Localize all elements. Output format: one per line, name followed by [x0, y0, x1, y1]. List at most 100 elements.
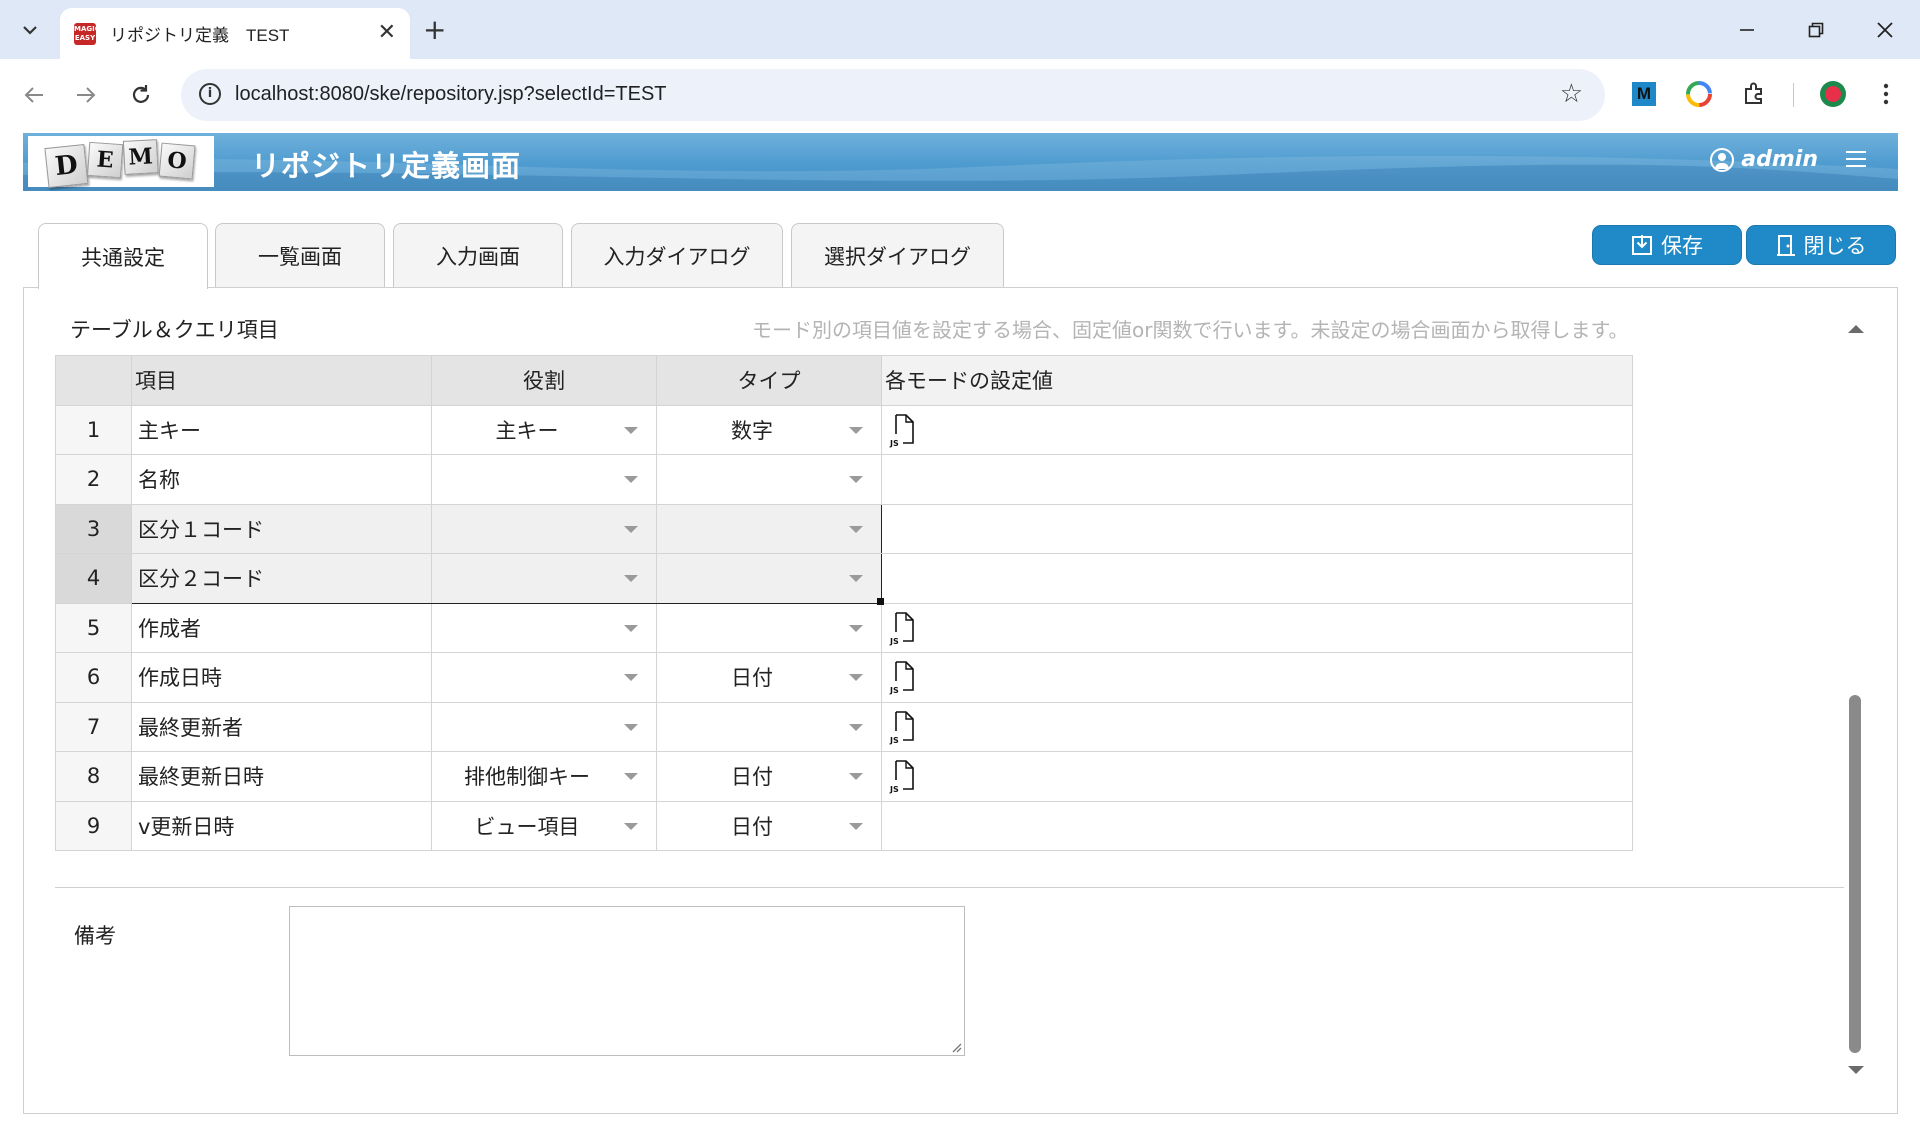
dropdown-caret-icon[interactable]	[624, 426, 638, 434]
js-file-icon[interactable]: JS	[889, 661, 915, 695]
mode-value-cell[interactable]: JS	[881, 652, 1633, 703]
type-dropdown[interactable]	[656, 602, 882, 653]
close-window-button[interactable]	[1860, 10, 1910, 50]
dropdown-caret-icon[interactable]	[624, 822, 638, 830]
tab-search-button[interactable]	[10, 11, 50, 49]
dropdown-caret-icon[interactable]	[624, 476, 638, 483]
type-dropdown[interactable]: 数字	[656, 404, 882, 455]
table-row[interactable]: 5 作成者 JS	[55, 602, 1633, 653]
role-dropdown[interactable]: ビュー項目	[431, 800, 657, 851]
dropdown-caret-icon[interactable]	[849, 624, 863, 632]
type-dropdown[interactable]	[656, 503, 882, 554]
dropdown-caret-icon[interactable]	[849, 822, 863, 830]
role-dropdown[interactable]	[431, 454, 657, 505]
item-cell[interactable]: 区分１コード	[131, 503, 432, 554]
extension-compass-icon[interactable]	[1685, 80, 1713, 108]
profile-avatar[interactable]	[1819, 80, 1847, 108]
mode-value-cell[interactable]	[881, 454, 1633, 505]
resize-grip-icon[interactable]	[950, 1041, 962, 1053]
user-menu[interactable]: admin	[1710, 147, 1818, 172]
browser-tab-active[interactable]: MAGIC EASY リポジトリ定義 TEST ✕	[60, 8, 410, 59]
dropdown-caret-icon[interactable]	[624, 674, 638, 681]
js-file-icon[interactable]: JS	[889, 611, 915, 646]
header-type[interactable]: タイプ	[656, 355, 882, 406]
table-row[interactable]: 7 最終更新者 JS	[55, 701, 1633, 752]
type-dropdown[interactable]: 日付	[656, 800, 882, 851]
scroll-up-arrow[interactable]	[1848, 325, 1864, 333]
new-tab-button[interactable]: +	[423, 14, 446, 46]
js-file-icon[interactable]: JS	[889, 710, 915, 745]
mode-value-cell[interactable]: JS	[881, 751, 1633, 802]
forward-button[interactable]	[70, 79, 102, 111]
item-cell[interactable]: v更新日時	[131, 800, 432, 851]
close-button[interactable]: 閉じる	[1746, 225, 1896, 265]
mode-value-cell[interactable]: JS	[881, 701, 1633, 752]
scroll-down-arrow[interactable]	[1848, 1066, 1864, 1074]
role-dropdown[interactable]: 主キー	[431, 404, 657, 455]
table-row[interactable]: 6 作成日時 日付 JS	[55, 652, 1633, 703]
header-mode-values[interactable]: 各モードの設定値	[881, 355, 1633, 406]
header-role[interactable]: 役割	[431, 355, 657, 406]
dropdown-caret-icon[interactable]	[624, 773, 638, 780]
role-dropdown[interactable]	[431, 503, 657, 554]
table-row[interactable]: 9 v更新日時 ビュー項目 日付	[55, 800, 1633, 851]
restore-button[interactable]	[1791, 10, 1841, 50]
mode-value-cell[interactable]	[881, 553, 1633, 604]
role-dropdown[interactable]: 排他制御キー	[431, 751, 657, 802]
minimize-button[interactable]	[1722, 10, 1772, 50]
item-cell[interactable]: 最終更新者	[131, 701, 432, 752]
mode-value-cell[interactable]	[881, 503, 1633, 554]
table-row[interactable]: 2 名称	[55, 454, 1633, 505]
dropdown-caret-icon[interactable]	[849, 525, 863, 533]
item-cell[interactable]: 最終更新日時	[131, 751, 432, 802]
table-row[interactable]: 4 区分２コード	[55, 553, 1633, 604]
role-dropdown[interactable]	[431, 652, 657, 703]
role-dropdown[interactable]	[431, 602, 657, 653]
tab-common-settings[interactable]: 共通設定	[38, 223, 208, 289]
tab-input-screen[interactable]: 入力画面	[393, 223, 563, 288]
role-dropdown[interactable]	[431, 701, 657, 752]
dropdown-caret-icon[interactable]	[849, 476, 863, 483]
hamburger-menu-icon[interactable]	[1846, 151, 1866, 167]
tab-input-dialog[interactable]: 入力ダイアログ	[571, 223, 783, 288]
item-cell[interactable]: 作成者	[131, 602, 432, 653]
dropdown-caret-icon[interactable]	[849, 575, 863, 582]
dropdown-caret-icon[interactable]	[849, 426, 863, 434]
dropdown-caret-icon[interactable]	[849, 674, 863, 681]
extensions-puzzle-icon[interactable]	[1740, 80, 1768, 108]
role-dropdown[interactable]	[431, 553, 657, 604]
site-info-icon[interactable]: i	[199, 83, 221, 105]
item-cell[interactable]: 区分２コード	[131, 553, 432, 604]
table-row[interactable]: 8 最終更新日時 排他制御キー 日付 JS	[55, 751, 1633, 802]
selection-fill-handle[interactable]	[877, 598, 884, 605]
browser-menu-icon[interactable]	[1872, 80, 1900, 108]
omnibox[interactable]: i localhost:8080/ske/repository.jsp?sele…	[181, 69, 1605, 121]
item-cell[interactable]: 主キー	[131, 404, 432, 455]
mode-value-cell[interactable]: JS	[881, 602, 1633, 653]
type-dropdown[interactable]: 日付	[656, 751, 882, 802]
dropdown-caret-icon[interactable]	[624, 624, 638, 632]
dropdown-caret-icon[interactable]	[849, 723, 863, 731]
tab-list-screen[interactable]: 一覧画面	[215, 223, 385, 288]
bookmark-star-icon[interactable]: ☆	[1560, 79, 1583, 109]
tab-select-dialog[interactable]: 選択ダイアログ	[791, 223, 1004, 288]
table-row[interactable]: 1 主キー 主キー 数字 JS	[55, 404, 1633, 455]
header-item[interactable]: 項目	[131, 355, 432, 406]
scrollbar-thumb[interactable]	[1849, 695, 1861, 1053]
table-row[interactable]: 3 区分１コード	[55, 503, 1633, 554]
dropdown-caret-icon[interactable]	[849, 773, 863, 780]
tab-close-icon[interactable]: ✕	[378, 21, 396, 45]
type-dropdown[interactable]	[656, 701, 882, 752]
dropdown-caret-icon[interactable]	[624, 575, 638, 582]
type-dropdown[interactable]: 日付	[656, 652, 882, 703]
js-file-icon[interactable]: JS	[889, 760, 915, 794]
js-file-icon[interactable]: JS	[889, 413, 915, 448]
type-dropdown[interactable]	[656, 454, 882, 505]
reload-button[interactable]	[125, 79, 157, 111]
remarks-textarea[interactable]	[289, 906, 965, 1056]
item-cell[interactable]: 名称	[131, 454, 432, 505]
save-button[interactable]: 保存	[1592, 225, 1742, 265]
item-cell[interactable]: 作成日時	[131, 652, 432, 703]
back-button[interactable]	[18, 79, 50, 111]
dropdown-caret-icon[interactable]	[624, 525, 638, 533]
